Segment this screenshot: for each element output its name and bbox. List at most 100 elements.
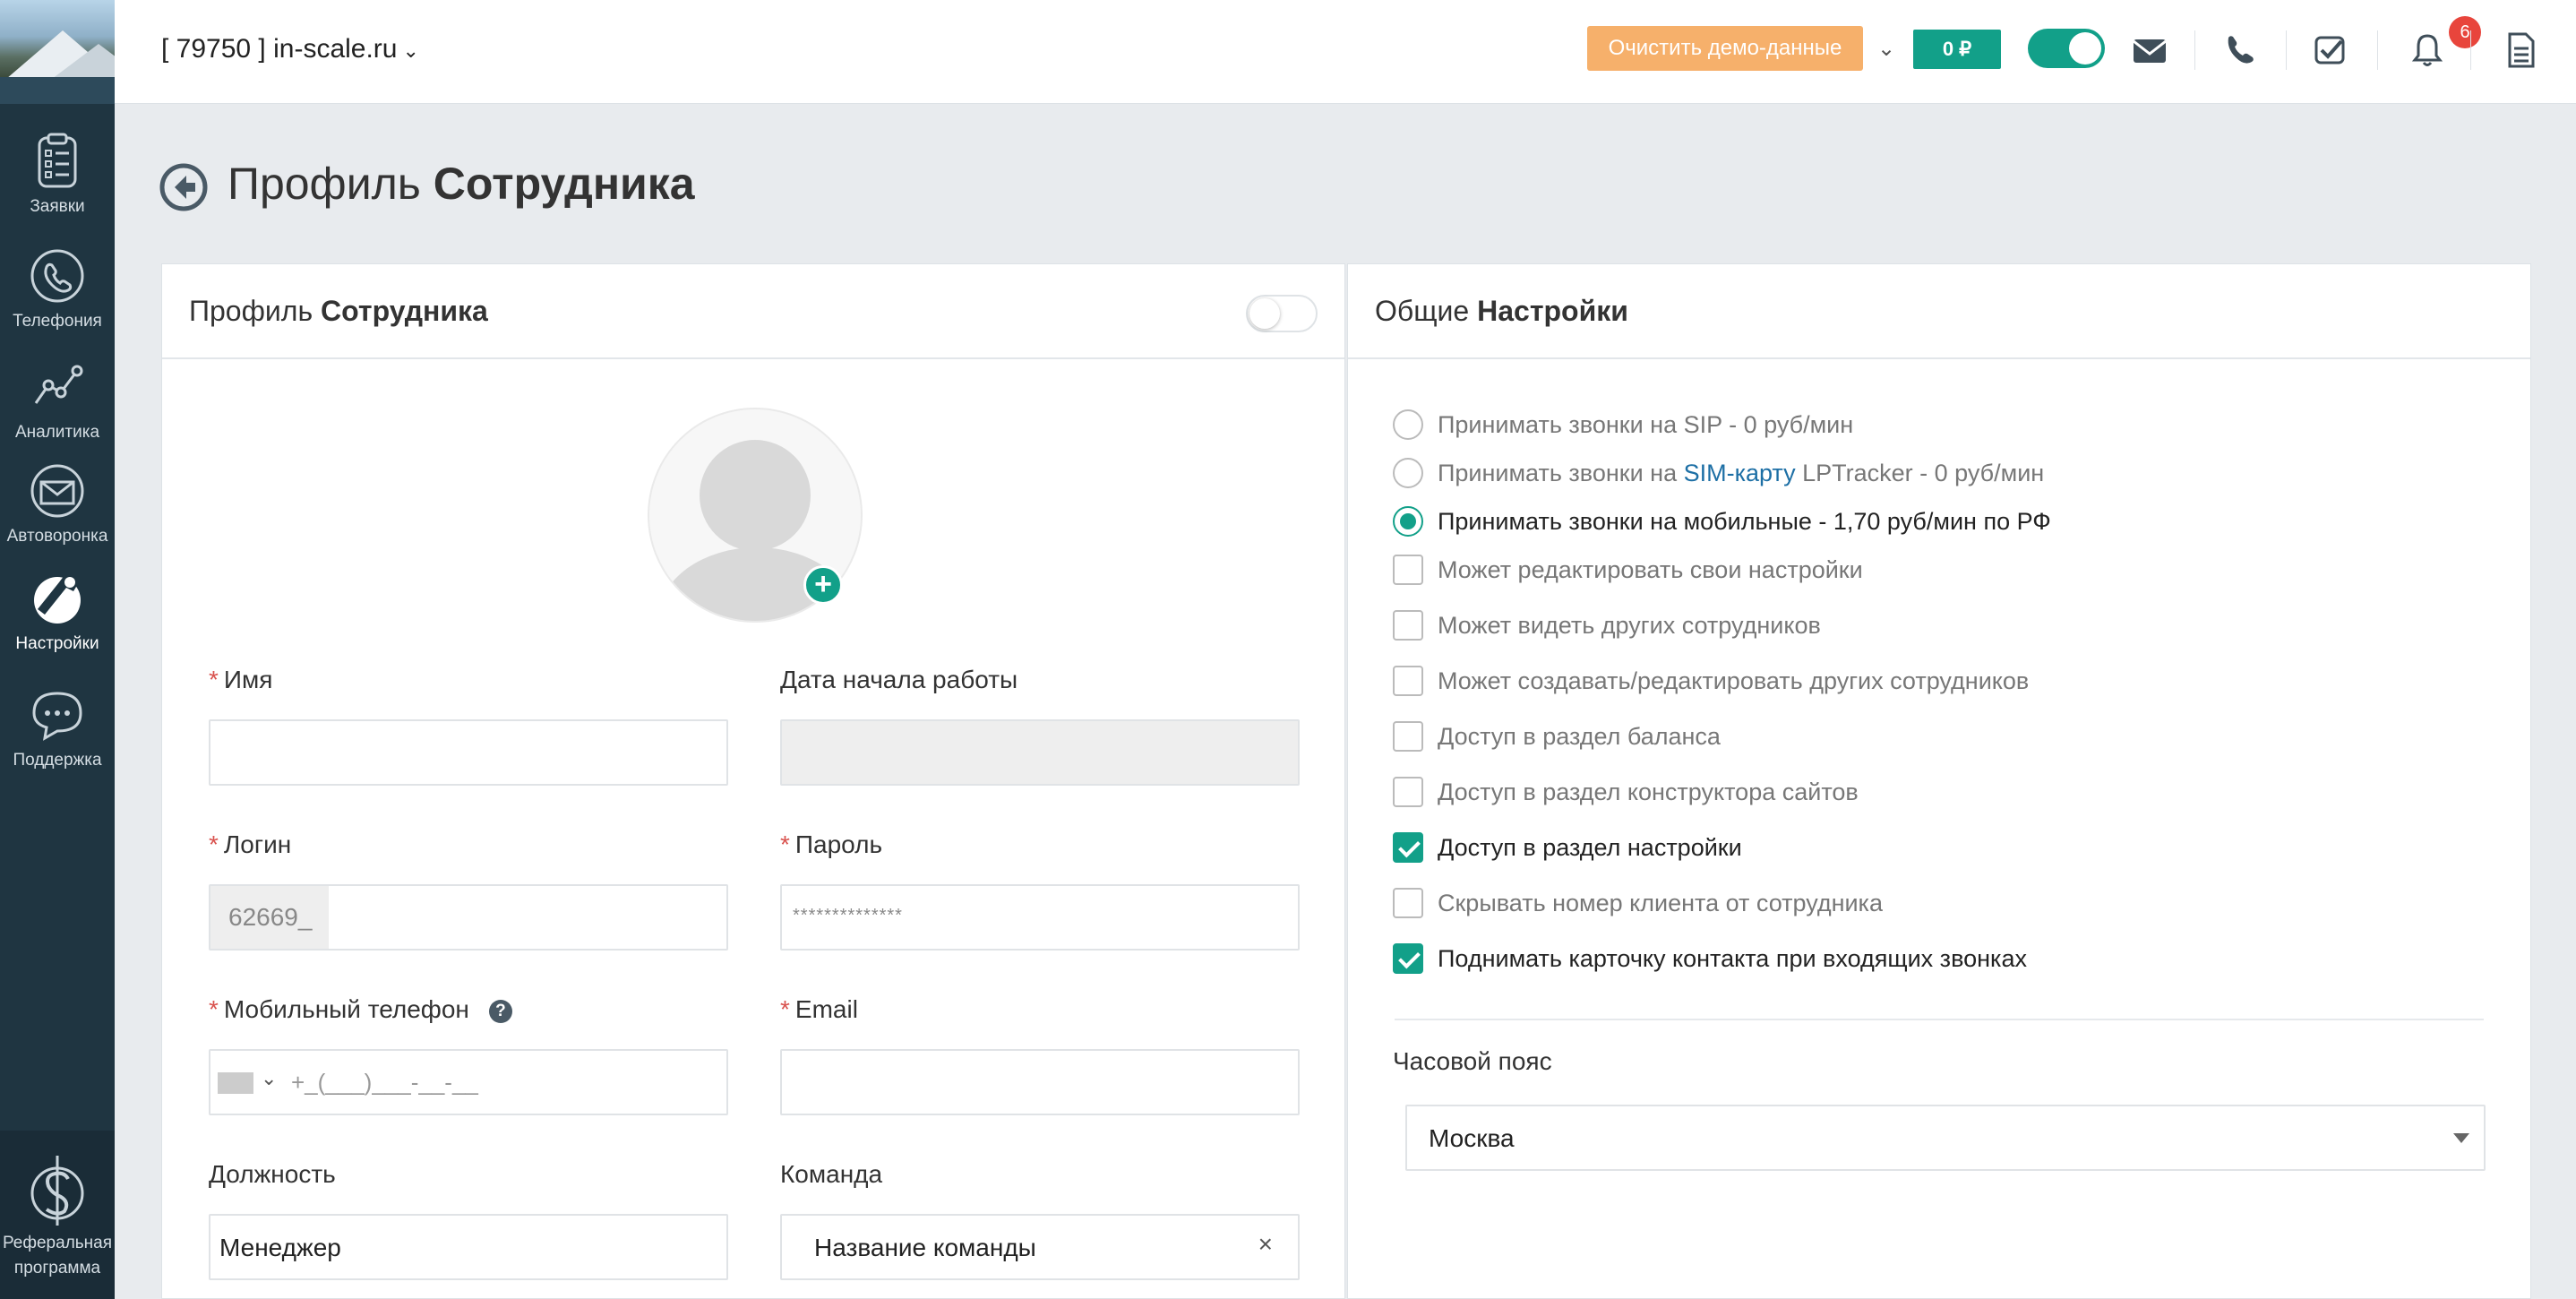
chat-icon (32, 692, 82, 741)
sim-card-link[interactable]: SIM-карту (1684, 460, 1796, 486)
password-value: ************** (793, 906, 903, 925)
timezone-value: Москва (1429, 1124, 1515, 1152)
account-selector[interactable]: [ 79750 ] in-scale.ru ⌄ (161, 34, 419, 65)
clear-icon[interactable]: × (1258, 1230, 1273, 1259)
option-sim-text-after: LPTracker - 0 руб/мин (1795, 460, 2045, 486)
profile-active-toggle[interactable] (1246, 295, 1318, 332)
help-icon[interactable]: ? (488, 999, 512, 1023)
referral-label-line1: Реферальная (2, 1234, 113, 1252)
back-arrow-icon[interactable] (159, 163, 208, 211)
divider (2377, 30, 2378, 70)
mail-icon[interactable] (2130, 30, 2169, 70)
option-show-contact-card-label: Поднимать карточку контакта при входящих… (1438, 945, 2027, 972)
phone-icon[interactable] (2220, 30, 2259, 70)
avatar-head (700, 440, 811, 551)
checkbox-balance-access[interactable] (1393, 721, 1423, 752)
option-settings-access-label: Доступ в раздел настройки (1438, 834, 1742, 861)
sidebar-item-support[interactable]: Поддержка (0, 686, 115, 770)
name-label-text: Имя (223, 666, 273, 693)
sidebar-item-autofunnel[interactable]: Автоворонка (0, 462, 115, 546)
start-date-field (780, 719, 1300, 786)
settings-panel-title: Общие Настройки (1375, 295, 1628, 328)
divider (1395, 1019, 2484, 1020)
clipboard-list-icon (38, 133, 77, 188)
checkbox-show-contact-card[interactable] (1393, 943, 1423, 974)
position-label: Должность (209, 1160, 336, 1188)
clear-demo-data-button[interactable]: Очистить демо-данные (1587, 26, 1863, 71)
dollar-icon (30, 1156, 84, 1226)
phone-field[interactable]: ⌄ +_(___)___-__-__ (209, 1049, 728, 1115)
profile-panel-title-light: Профиль (189, 295, 313, 327)
chevron-down-icon[interactable]: ⌄ (1877, 36, 1895, 62)
settings-panel-header: Общие Настройки (1348, 264, 2530, 359)
add-photo-icon[interactable]: + (803, 565, 843, 605)
tasks-icon[interactable] (2311, 30, 2350, 70)
bell-icon[interactable] (2408, 30, 2447, 70)
option-sim-label: Принимать звонки на SIM-карту LPTracker … (1438, 460, 2044, 487)
team-value: Название команды (814, 1234, 1036, 1261)
top-bar: [ 79750 ] in-scale.ru ⌄ Очистить демо-дан… (115, 0, 2576, 104)
analytics-icon (34, 365, 83, 404)
option-site-builder-access-label: Доступ в раздел конструктора сайтов (1438, 779, 1859, 805)
checkbox-settings-access[interactable] (1393, 832, 1423, 863)
option-edit-employees-label: Может создавать/редактировать других сот… (1438, 667, 2030, 694)
chevron-down-icon[interactable]: ⌄ (261, 1067, 277, 1090)
checkbox-edit-own-settings[interactable] (1393, 555, 1423, 585)
position-field[interactable]: Менеджер (209, 1214, 728, 1280)
name-field[interactable] (209, 719, 728, 786)
radio-mobile[interactable] (1393, 506, 1423, 537)
sidebar-item-leads[interactable]: Заявки (0, 133, 115, 217)
sidebar-item-referral[interactable]: Реферальная программа (0, 1131, 115, 1299)
divider (2194, 30, 2195, 70)
option-sim-text-before: Принимать звонки на (1438, 460, 1684, 486)
online-toggle[interactable] (2028, 29, 2105, 68)
country-flag-icon[interactable] (218, 1072, 253, 1094)
checkbox-edit-employees[interactable] (1393, 666, 1423, 696)
team-label: Команда (780, 1160, 883, 1188)
option-mobile-label: Принимать звонки на мобильные - 1,70 руб… (1438, 508, 2051, 535)
page-title: Профиль Сотрудника (228, 158, 695, 210)
sidebar-item-analytics[interactable]: Аналитика (0, 358, 115, 443)
balance-badge[interactable]: 0 ₽ (1913, 30, 2001, 69)
start-date-label: Дата начала работы (780, 666, 1018, 693)
phone-label-text: Мобильный телефон (223, 995, 469, 1023)
login-label-text: Логин (223, 830, 292, 858)
option-sip-label: Принимать звонки на SIP - 0 руб/мин (1438, 411, 1854, 438)
document-icon[interactable] (2501, 30, 2540, 70)
team-select[interactable]: Название команды × (780, 1214, 1300, 1280)
password-label-text: Пароль (794, 830, 883, 858)
company-logo[interactable] (0, 0, 115, 104)
sidebar: Заявки Телефония Аналитика Автоворонка Н… (0, 0, 115, 1299)
radio-sim[interactable] (1393, 458, 1423, 488)
sidebar-item-label: Телефония (13, 312, 102, 331)
option-hide-client-number-label: Скрывать номер клиента от сотрудника (1438, 890, 1883, 916)
caret-down-icon (2453, 1133, 2469, 1143)
timezone-select[interactable]: Москва (1405, 1105, 2486, 1171)
login-field[interactable]: 62669_ (209, 884, 728, 951)
divider (2286, 30, 2287, 70)
settings-panel-title-light: Общие (1375, 295, 1470, 327)
sidebar-item-label: Настройки (15, 634, 99, 653)
chevron-down-icon: ⌄ (402, 39, 419, 62)
email-field[interactable] (780, 1049, 1300, 1115)
referral-label-line2: программа (13, 1259, 101, 1277)
radio-sip[interactable] (1393, 409, 1423, 440)
sidebar-item-telephony[interactable]: Телефония (0, 247, 115, 331)
checkbox-site-builder-access[interactable] (1393, 777, 1423, 807)
password-field[interactable]: ************** (780, 884, 1300, 951)
password-label: * Пароль (780, 830, 883, 858)
checkbox-hide-client-number[interactable] (1393, 888, 1423, 918)
login-label: * Логин (209, 830, 292, 858)
sidebar-item-settings[interactable]: Настройки (0, 570, 115, 654)
sidebar-item-label: Поддержка (13, 751, 102, 770)
tasks-count-badge: 6 (2449, 16, 2481, 48)
phone-label: * Мобильный телефон? (209, 995, 512, 1024)
checkbox-see-employees[interactable] (1393, 610, 1423, 641)
settings-panel-title-bold: Настройки (1477, 295, 1628, 327)
option-edit-own-settings-label: Может редактировать свои настройки (1438, 556, 1863, 583)
phone-icon (30, 249, 84, 303)
login-prefix: 62669_ (210, 886, 329, 949)
email-label-text: Email (794, 995, 858, 1023)
referral-label: Реферальная программа (0, 1231, 115, 1281)
email-label: * Email (780, 995, 858, 1023)
